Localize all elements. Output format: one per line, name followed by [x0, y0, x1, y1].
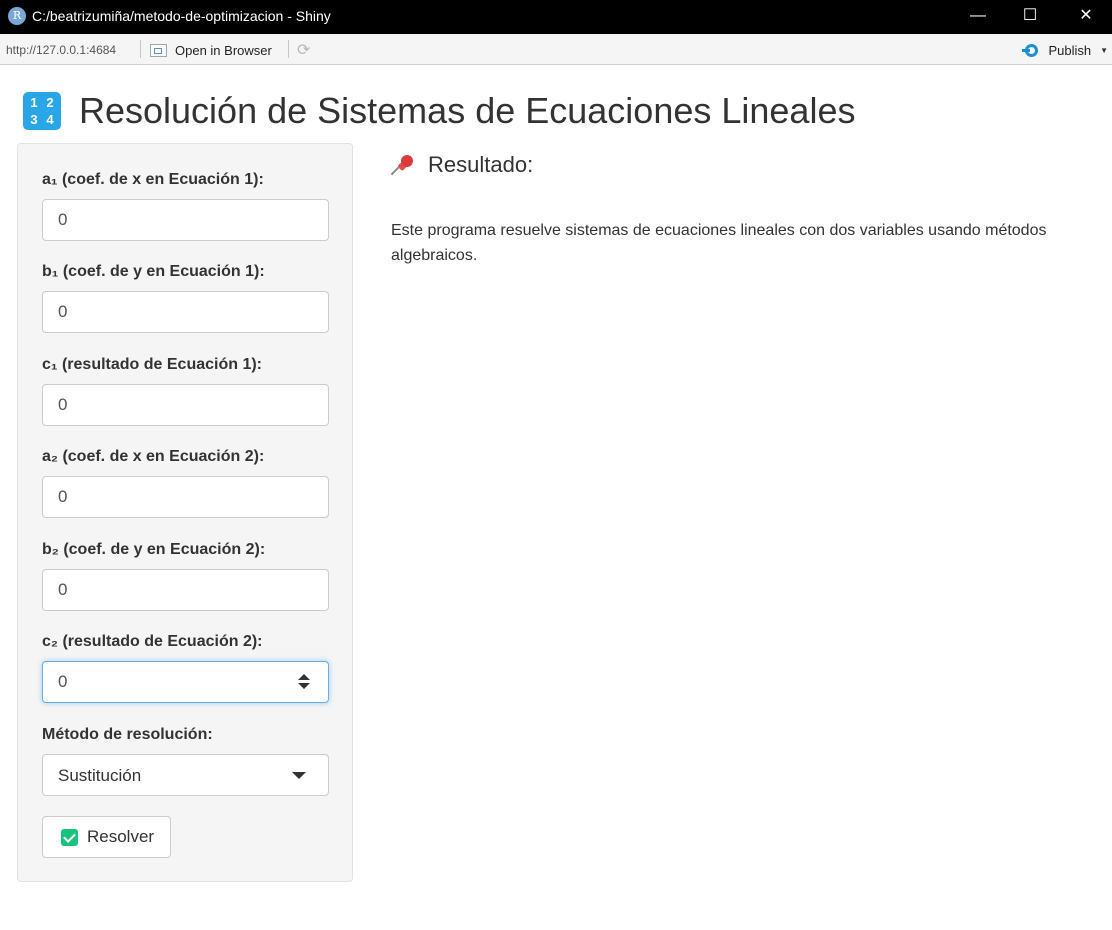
c1-label: c₁ (resultado de Ecuación 1): — [42, 356, 262, 373]
maximize-button[interactable]: ☐ — [1004, 0, 1056, 34]
c2-input[interactable] — [42, 661, 329, 703]
a2-input[interactable] — [42, 476, 329, 518]
b1-input[interactable] — [42, 291, 329, 333]
b1-label: b₁ (coef. de y en Ecuación 1): — [42, 263, 265, 280]
open-in-browser-button[interactable]: Open in Browser — [150, 41, 272, 59]
window-title: C:/beatrizumiña/metodo-de-optimizacion -… — [32, 8, 331, 24]
a1-input[interactable] — [42, 199, 329, 241]
check-box-icon — [61, 828, 78, 846]
refresh-icon[interactable]: ⟳ — [297, 40, 310, 60]
method-select[interactable]: Sustitución — [42, 754, 329, 796]
number-stepper[interactable] — [295, 672, 313, 692]
result-description: Este programa resuelve sistemas de ecuac… — [391, 222, 1047, 264]
caret-down-icon — [292, 772, 306, 779]
publish-label: Publish — [1048, 42, 1092, 58]
chevron-down-icon[interactable]: ▼ — [1100, 46, 1108, 55]
publish-icon — [1022, 43, 1042, 57]
method-select-value: Sustitución — [58, 766, 142, 785]
page-header: 12 34 Resolución de Sistemas de Ecuacion… — [23, 90, 855, 132]
b2-label: b₂ (coef. de y en Ecuación 2): — [42, 541, 266, 558]
stepper-down-icon[interactable] — [298, 683, 310, 689]
url-label: http://127.0.0.1:4684 — [6, 43, 117, 57]
minimize-button[interactable]: — — [952, 0, 1004, 34]
result-title: Resultado: — [428, 152, 534, 177]
result-header: Resultado: — [390, 152, 534, 178]
b2-input[interactable] — [42, 569, 329, 611]
a1-label: a₁ (coef. de x en Ecuación 1): — [42, 171, 264, 188]
window-titlebar: R C:/beatrizumiña/metodo-de-optimizacion… — [0, 0, 1112, 34]
toolbar-divider — [140, 40, 141, 58]
viewer-toolbar: http://127.0.0.1:4684 Open in Browser ⟳ … — [0, 34, 1112, 65]
a2-label: a₂ (coef. de x en Ecuación 2): — [42, 448, 265, 465]
pushpin-icon — [390, 153, 416, 177]
method-label: Método de resolución: — [42, 726, 213, 743]
close-button[interactable]: ✕ — [1060, 0, 1112, 34]
c2-label: c₂ (resultado de Ecuación 2): — [42, 633, 263, 650]
input-sidebar: a₁ (coef. de x en Ecuación 1): b₁ (coef.… — [17, 143, 353, 882]
resolve-button[interactable]: Resolver — [42, 816, 171, 858]
page-title: Resolución de Sistemas de Ecuaciones Lin… — [79, 90, 856, 131]
stepper-up-icon[interactable] — [298, 674, 310, 680]
numbers-icon: 12 34 — [23, 92, 61, 130]
publish-button[interactable]: Publish ▼ — [1022, 40, 1108, 60]
resolve-button-label: Resolver — [87, 827, 155, 846]
c1-input[interactable] — [42, 384, 329, 426]
open-in-browser-label: Open in Browser — [175, 42, 272, 58]
open-browser-icon — [150, 43, 167, 57]
toolbar-divider — [288, 40, 289, 58]
r-app-icon: R — [8, 7, 26, 25]
